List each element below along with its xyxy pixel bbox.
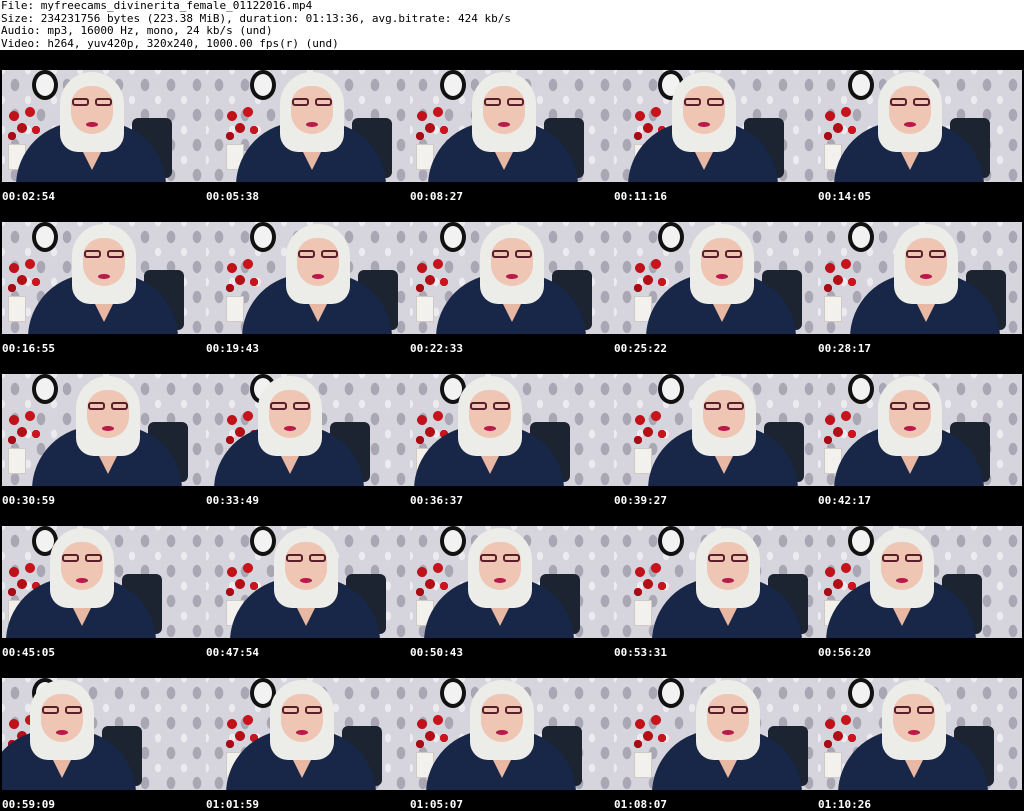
timestamp-label: 00:59:09 bbox=[2, 798, 55, 811]
thumbnail-cell: 00:16:55 bbox=[0, 202, 206, 355]
thumbnail-cell: 01:10:26 bbox=[816, 658, 1022, 811]
video-frame-thumbnail bbox=[2, 70, 206, 182]
thumbnail-grid: 00:02:54 00:05:38 00:08:27 00:11:16 00:14:05… bbox=[0, 50, 1024, 811]
thumbnail-cell: 00:28:17 bbox=[816, 202, 1022, 355]
thumbnail-cell: 00:08:27 bbox=[408, 50, 614, 203]
timestamp-label: 01:01:59 bbox=[206, 798, 259, 811]
thumbnail-cell: 01:05:07 bbox=[408, 658, 614, 811]
video-frame-thumbnail bbox=[206, 526, 410, 638]
thumbnail-cell: 00:14:05 bbox=[816, 50, 1022, 203]
video-frame-thumbnail bbox=[614, 70, 818, 182]
thumbnail-cell: 00:39:27 bbox=[612, 354, 818, 507]
video-frame-thumbnail bbox=[410, 678, 614, 790]
video-frame-thumbnail bbox=[410, 374, 614, 486]
thumbnail-cell: 00:56:20 bbox=[816, 506, 1022, 659]
video-frame-thumbnail bbox=[2, 678, 206, 790]
thumbnail-cell: 00:25:22 bbox=[612, 202, 818, 355]
video-frame-thumbnail bbox=[614, 678, 818, 790]
thumbnail-cell: 00:30:59 bbox=[0, 354, 206, 507]
thumbnail-cell: 00:05:38 bbox=[204, 50, 410, 203]
thumbnail-cell: 00:47:54 bbox=[204, 506, 410, 659]
thumbnail-cell: 00:11:16 bbox=[612, 50, 818, 203]
timestamp-label: 01:10:26 bbox=[818, 798, 871, 811]
audio-line: Audio: mp3, 16000 Hz, mono, 24 kb/s (und… bbox=[1, 24, 273, 37]
video-frame-thumbnail bbox=[206, 678, 410, 790]
video-frame-thumbnail bbox=[2, 374, 206, 486]
video-frame-thumbnail bbox=[410, 526, 614, 638]
video-frame-thumbnail bbox=[818, 526, 1022, 638]
thumbnail-cell: 00:02:54 bbox=[0, 50, 206, 203]
thumbnail-cell: 00:50:43 bbox=[408, 506, 614, 659]
thumbnail-cell: 00:59:09 bbox=[0, 658, 206, 811]
video-frame-thumbnail bbox=[818, 222, 1022, 334]
video-frame-thumbnail bbox=[614, 526, 818, 638]
timestamp-label: 01:08:07 bbox=[614, 798, 667, 811]
thumbnail-cell: 00:19:43 bbox=[204, 202, 410, 355]
file-line: File: myfreecams_divinerita_female_01122… bbox=[1, 0, 313, 12]
timestamp-label: 01:05:07 bbox=[410, 798, 463, 811]
video-frame-thumbnail bbox=[206, 222, 410, 334]
thumbnail-cell: 00:42:17 bbox=[816, 354, 1022, 507]
thumbnail-cell: 00:22:33 bbox=[408, 202, 614, 355]
video-frame-thumbnail bbox=[410, 222, 614, 334]
video-frame-thumbnail bbox=[818, 374, 1022, 486]
thumbnail-cell: 00:36:37 bbox=[408, 354, 614, 507]
video-frame-thumbnail bbox=[2, 222, 206, 334]
file-info-header: File: myfreecams_divinerita_female_01122… bbox=[0, 0, 1024, 50]
video-frame-thumbnail bbox=[206, 70, 410, 182]
video-line: Video: h264, yuv420p, 320x240, 1000.00 f… bbox=[1, 36, 339, 50]
video-frame-thumbnail bbox=[818, 678, 1022, 790]
video-frame-thumbnail bbox=[206, 374, 410, 486]
thumbnail-cell: 00:33:49 bbox=[204, 354, 410, 507]
video-frame-thumbnail bbox=[2, 526, 206, 638]
video-frame-thumbnail bbox=[818, 70, 1022, 182]
thumbnail-cell: 01:08:07 bbox=[612, 658, 818, 811]
video-frame-thumbnail bbox=[614, 222, 818, 334]
video-frame-thumbnail bbox=[614, 374, 818, 486]
thumbnail-cell: 01:01:59 bbox=[204, 658, 410, 811]
thumbnail-cell: 00:45:05 bbox=[0, 506, 206, 659]
video-frame-thumbnail bbox=[410, 70, 614, 182]
thumbnail-cell: 00:53:31 bbox=[612, 506, 818, 659]
